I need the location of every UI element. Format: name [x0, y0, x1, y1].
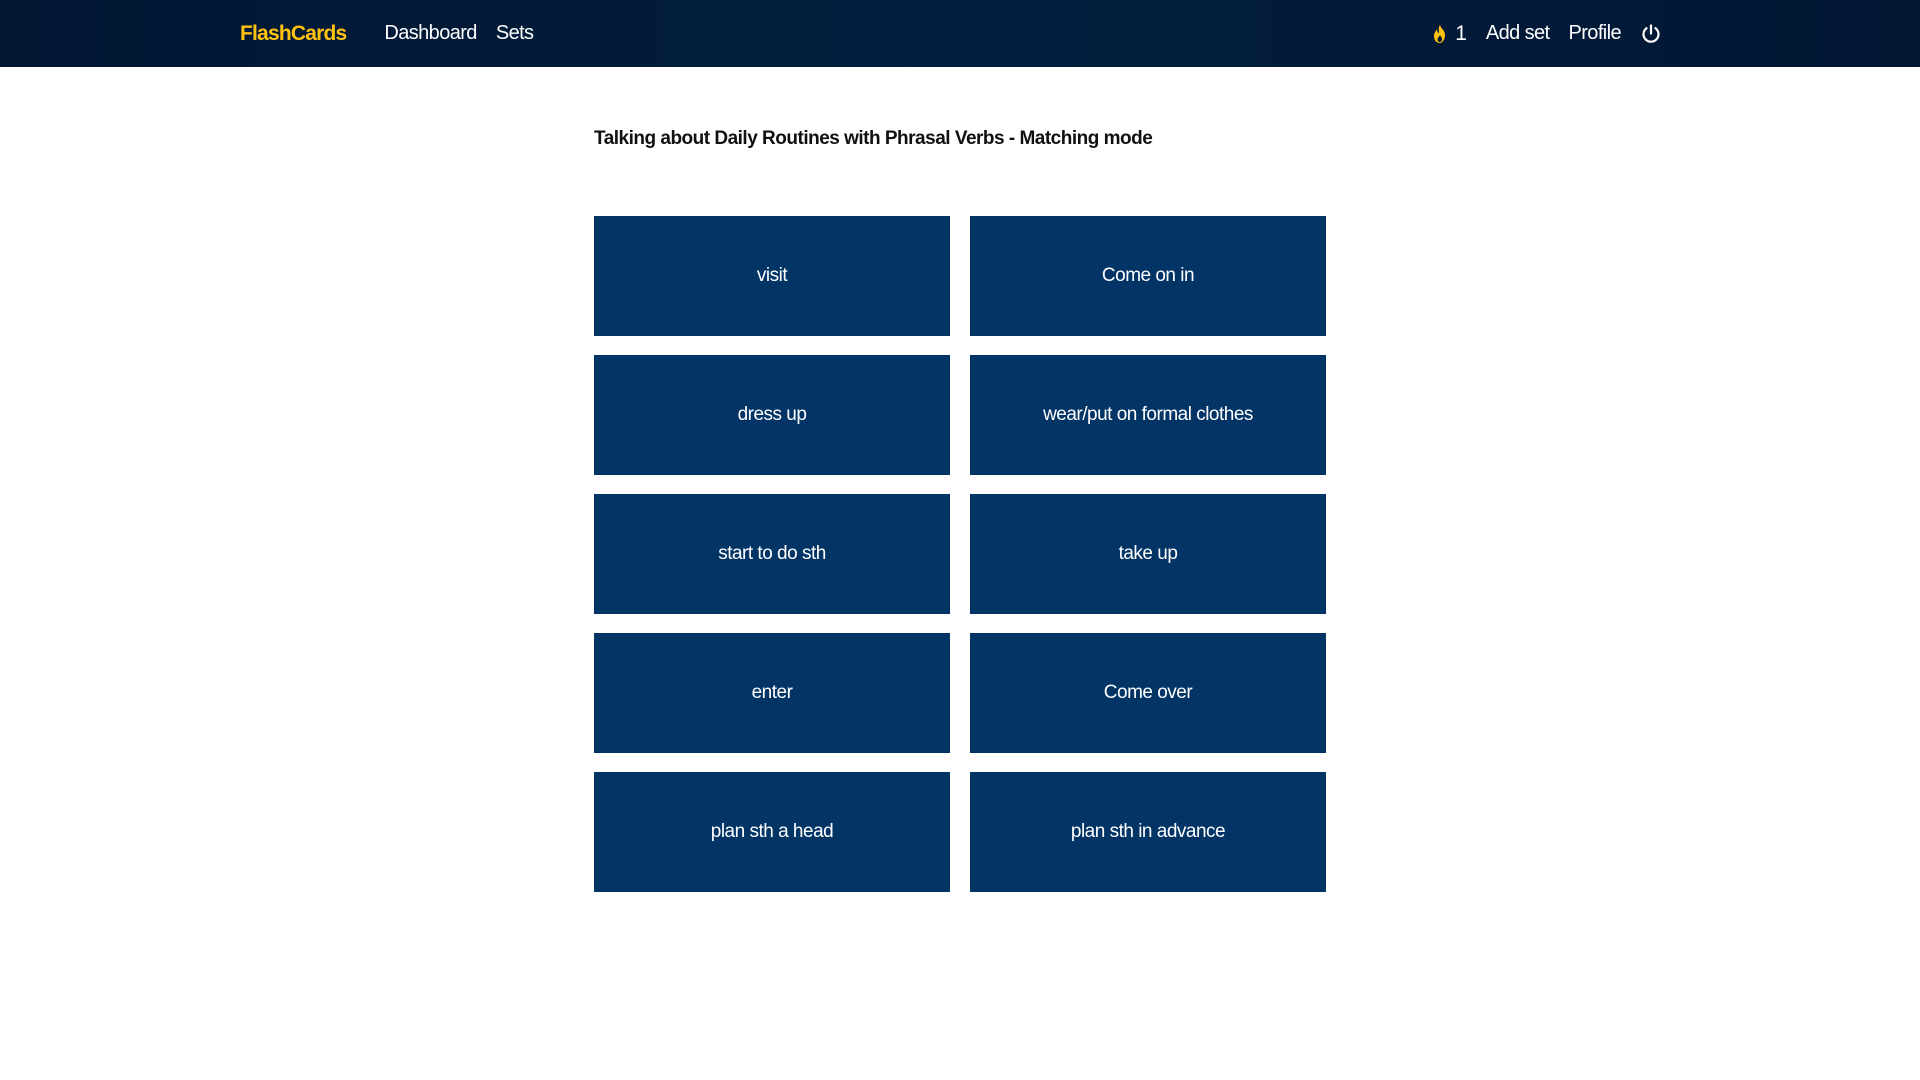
match-card[interactable]: enter [594, 633, 950, 753]
match-card[interactable]: start to do sth [594, 494, 950, 614]
match-card[interactable]: plan sth in advance [970, 772, 1326, 892]
streak-indicator: 1 [1431, 22, 1467, 46]
navbar-inner: FlashCards Dashboard Sets 1 Add set Prof… [240, 0, 1662, 67]
add-set-link[interactable]: Add set [1486, 22, 1550, 45]
streak-count: 1 [1455, 21, 1467, 45]
nav-link-dashboard[interactable]: Dashboard [384, 22, 477, 45]
matching-grid: visit Come on in dress up wear/put on fo… [594, 216, 1326, 892]
power-icon[interactable] [1640, 23, 1662, 45]
match-card[interactable]: Come over [970, 633, 1326, 753]
match-card[interactable]: visit [594, 216, 950, 336]
page-title: Talking about Daily Routines with Phrasa… [594, 128, 1153, 149]
navbar-right: 1 Add set Profile [1431, 22, 1662, 46]
navbar-left: FlashCards Dashboard Sets [240, 22, 552, 46]
match-card[interactable]: dress up [594, 355, 950, 475]
brand-logo[interactable]: FlashCards [240, 22, 347, 46]
match-card[interactable]: plan sth a head [594, 772, 950, 892]
flame-icon [1434, 24, 1446, 43]
match-card[interactable]: take up [970, 494, 1326, 614]
nav-link-sets[interactable]: Sets [496, 22, 534, 45]
match-card[interactable]: wear/put on formal clothes [970, 355, 1326, 475]
match-card[interactable]: Come on in [970, 216, 1326, 336]
top-navbar: FlashCards Dashboard Sets 1 Add set Prof… [0, 0, 1920, 67]
profile-link[interactable]: Profile [1569, 22, 1622, 45]
